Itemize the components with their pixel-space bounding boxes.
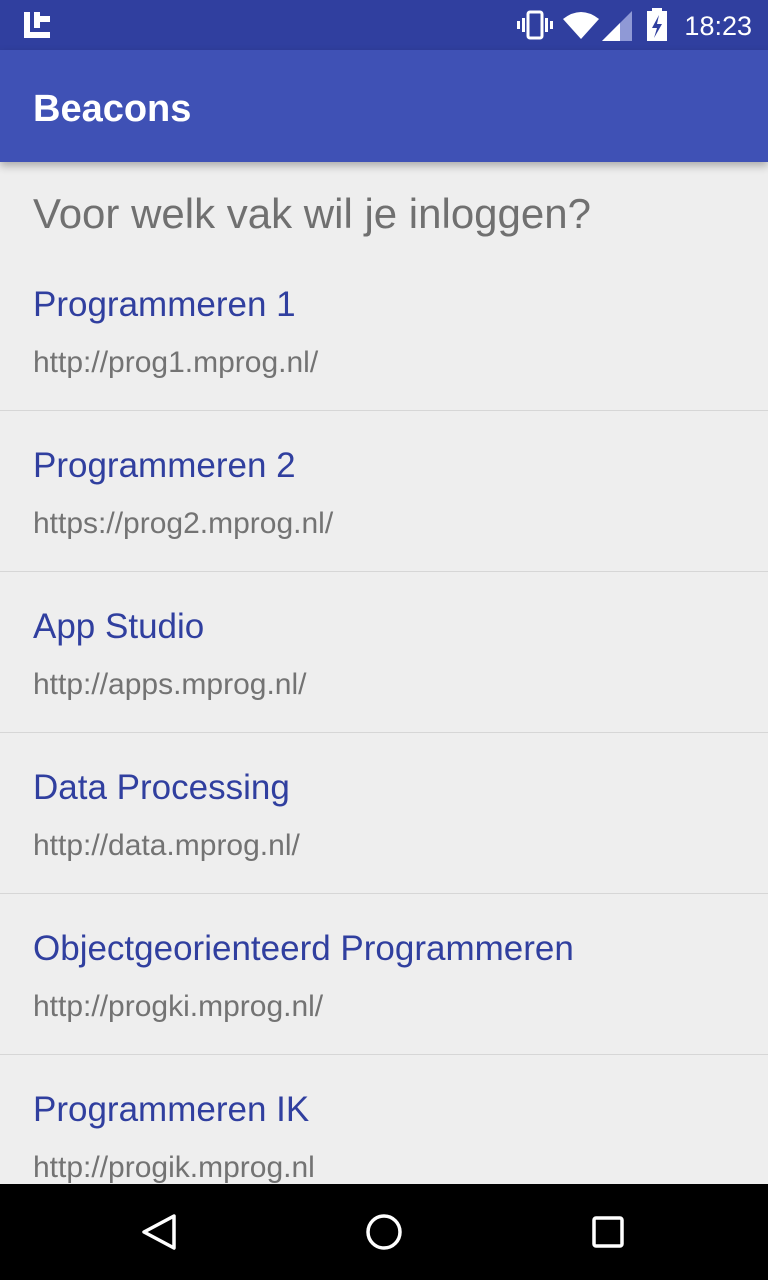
signal-icon: [602, 11, 632, 46]
vibrate-icon: [517, 9, 553, 46]
recents-icon[interactable]: [588, 1212, 628, 1252]
app-title: Beacons: [33, 88, 192, 130]
course-url: http://data.mprog.nl/: [33, 829, 300, 862]
list-item[interactable]: Objectgeorienteerd Programmeren http://p…: [0, 894, 768, 1055]
course-name: Data Processing: [33, 768, 290, 807]
list-item[interactable]: Data Processing http://data.mprog.nl/: [0, 733, 768, 894]
course-list-screen[interactable]: Voor welk vak wil je inloggen? Programme…: [0, 162, 768, 1184]
battery-charging-icon: [645, 8, 669, 47]
app-notification-icon: [22, 10, 52, 45]
home-icon[interactable]: [364, 1212, 404, 1252]
course-name: Programmeren IK: [33, 1090, 310, 1129]
course-url: http://prog1.mprog.nl/: [33, 346, 319, 379]
navigation-bar: [0, 1184, 768, 1280]
course-name: Programmeren 1: [33, 285, 296, 324]
list-item[interactable]: Programmeren 1 http://prog1.mprog.nl/: [0, 250, 768, 411]
status-bar: 18:23: [0, 0, 768, 50]
course-name: App Studio: [33, 607, 205, 646]
list-item[interactable]: Programmeren 2 https://prog2.mprog.nl/: [0, 411, 768, 572]
page-prompt: Voor welk vak wil je inloggen?: [33, 190, 591, 237]
course-url: http://progik.mprog.nl: [33, 1151, 315, 1184]
wifi-icon: [563, 11, 599, 44]
course-url: http://progki.mprog.nl/: [33, 990, 324, 1023]
app-bar: Beacons: [0, 50, 768, 162]
course-list: Programmeren 1 http://prog1.mprog.nl/ Pr…: [0, 250, 768, 1184]
course-url: http://apps.mprog.nl/: [33, 668, 307, 701]
list-item[interactable]: Programmeren IK http://progik.mprog.nl: [0, 1055, 768, 1184]
list-item[interactable]: App Studio http://apps.mprog.nl/: [0, 572, 768, 733]
back-icon[interactable]: [140, 1212, 180, 1252]
course-name: Programmeren 2: [33, 446, 296, 485]
course-name: Objectgeorienteerd Programmeren: [33, 929, 574, 968]
status-time: 18:23: [684, 11, 752, 41]
course-url: https://prog2.mprog.nl/: [33, 507, 334, 540]
